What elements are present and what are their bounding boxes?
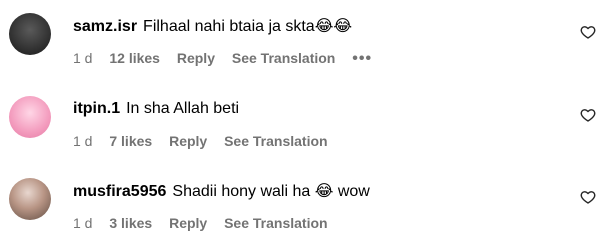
- reply-button[interactable]: Reply: [169, 133, 207, 149]
- comment-item: samz.isr Filhaal nahi btaia ja skta😂😂 1 d…: [0, 0, 605, 82]
- comment-body: samz.isr Filhaal nahi btaia ja skta😂😂: [73, 16, 352, 37]
- likes-count[interactable]: 7 likes: [109, 133, 152, 149]
- likes-count[interactable]: 12 likes: [109, 50, 160, 66]
- comment-meta: 1 d 3 likes Reply See Translation: [73, 214, 341, 232]
- see-translation-button[interactable]: See Translation: [224, 133, 327, 149]
- see-translation-button[interactable]: See Translation: [224, 215, 327, 231]
- comment-text: Filhaal nahi btaia ja skta: [143, 18, 315, 35]
- comment-item: musfira5956 Shadii hony wali ha 😂 wow 1 d…: [0, 165, 605, 247]
- comment-meta: 1 d 7 likes Reply See Translation: [73, 132, 341, 150]
- comment-username[interactable]: musfira5956: [73, 183, 166, 200]
- comment-item: itpin.1 In sha Allah beti 1 d 7 likes Rep…: [0, 83, 605, 165]
- comment-body: itpin.1 In sha Allah beti: [73, 99, 239, 119]
- see-translation-button[interactable]: See Translation: [232, 50, 335, 66]
- comment-time: 1 d: [73, 50, 93, 66]
- comment-text-after: wow: [333, 183, 370, 200]
- heart-icon[interactable]: [580, 107, 596, 123]
- comment-meta: 1 d 12 likes Reply See Translation •••: [73, 49, 385, 67]
- avatar[interactable]: [9, 96, 51, 138]
- more-options-icon[interactable]: •••: [352, 51, 372, 67]
- comment-username[interactable]: itpin.1: [73, 100, 120, 117]
- comment-body: musfira5956 Shadii hony wali ha 😂 wow: [73, 181, 370, 202]
- reply-button[interactable]: Reply: [177, 50, 215, 66]
- likes-count[interactable]: 3 likes: [109, 215, 152, 231]
- comment-time: 1 d: [73, 215, 93, 231]
- comment-text: Shadii hony wali ha: [172, 183, 315, 200]
- reply-button[interactable]: Reply: [169, 215, 207, 231]
- heart-icon[interactable]: [580, 189, 596, 205]
- heart-icon[interactable]: [580, 24, 596, 40]
- comment-text: In sha Allah beti: [126, 100, 240, 117]
- comment-time: 1 d: [73, 133, 93, 149]
- avatar[interactable]: [9, 13, 51, 55]
- laughing-emoji: 😂: [314, 181, 334, 200]
- comment-username[interactable]: samz.isr: [73, 18, 137, 35]
- laughing-emoji: 😂😂: [314, 16, 353, 35]
- avatar[interactable]: [9, 178, 51, 220]
